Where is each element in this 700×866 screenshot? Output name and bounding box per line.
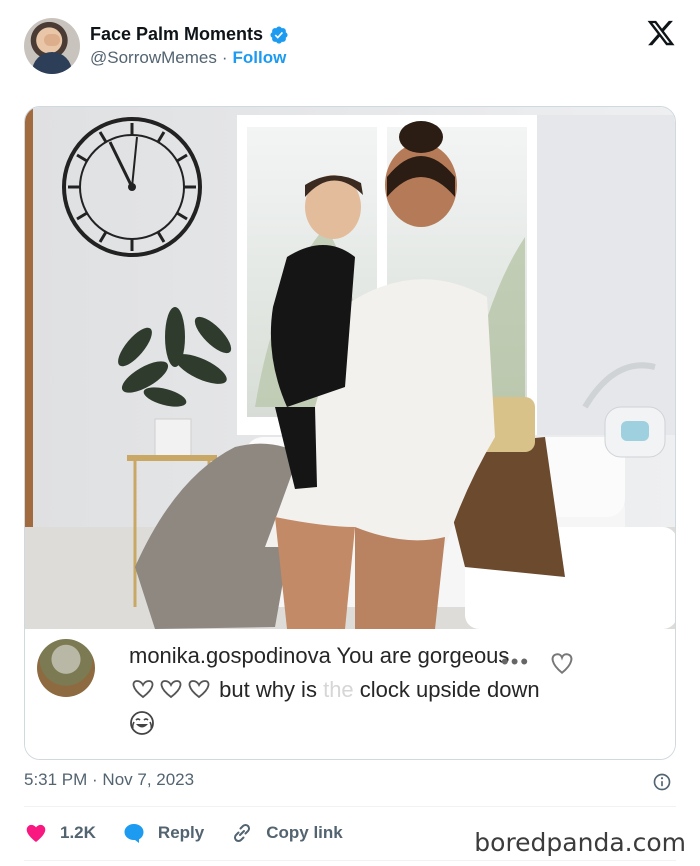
author-name-row: Face Palm Moments xyxy=(90,24,289,45)
post-timestamp[interactable]: 5:31 PM · Nov 7, 2023 xyxy=(24,770,194,789)
crying-laughing-emoji-icon xyxy=(130,711,154,735)
copy-link-button[interactable]: Copy link xyxy=(230,821,343,845)
x-logo-icon[interactable] xyxy=(646,18,676,48)
commenter-username: monika.gospodinova xyxy=(129,643,331,668)
post-timestamp-row: 5:31 PM · Nov 7, 2023 xyxy=(24,770,676,794)
author-handle-row: @SorrowMemes · Follow xyxy=(90,48,286,68)
comment-text-end: clock upside down xyxy=(359,677,540,702)
verified-badge-icon xyxy=(270,25,288,44)
comment-text-faded: the xyxy=(323,677,354,702)
comment-text-before: You are gorgeous xyxy=(336,643,510,668)
comment-heart-icon xyxy=(551,653,573,674)
link-icon xyxy=(234,823,251,843)
author-display-name[interactable]: Face Palm Moments xyxy=(90,24,263,45)
post-photo[interactable] xyxy=(25,107,676,629)
copy-link-label: Copy link xyxy=(266,823,343,842)
author-avatar[interactable] xyxy=(24,18,80,74)
action-divider xyxy=(24,806,676,807)
post-header: Face Palm Moments @SorrowMemes · Follow xyxy=(24,16,676,80)
bottom-divider xyxy=(24,860,676,861)
reply-bubble-icon xyxy=(124,824,144,843)
author-handle[interactable]: @SorrowMemes xyxy=(90,48,217,68)
commenter-avatar xyxy=(37,639,95,697)
reply-label: Reply xyxy=(157,823,205,842)
avatar-suit xyxy=(32,52,72,74)
embedded-comment: monika.gospodinova You are gorgeous but … xyxy=(25,629,675,759)
heart-icon xyxy=(26,824,46,842)
info-icon[interactable] xyxy=(652,772,672,792)
comment-more-icon: ••• xyxy=(501,649,531,674)
comment-text-after: but why is xyxy=(219,677,317,702)
like-button[interactable]: 1.2K xyxy=(24,821,96,845)
follow-button[interactable]: Follow xyxy=(233,48,287,68)
comment-text: monika.gospodinova You are gorgeous but … xyxy=(129,639,549,741)
like-count: 1.2K xyxy=(60,823,96,842)
hearts-emoji-icon xyxy=(132,680,210,699)
reply-button[interactable]: Reply xyxy=(122,821,204,845)
avatar-hand xyxy=(44,34,60,46)
media-card[interactable]: monika.gospodinova You are gorgeous but … xyxy=(24,106,676,760)
handle-separator: · xyxy=(221,48,228,67)
boredpanda-watermark: boredpanda.com xyxy=(474,828,686,857)
